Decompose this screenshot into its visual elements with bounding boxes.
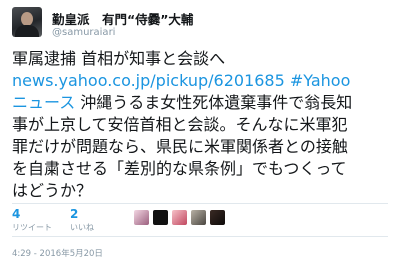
liker-avatar[interactable] — [134, 210, 149, 225]
retweet-count: 4 — [12, 207, 21, 221]
like-label: いいね — [70, 223, 94, 232]
user-avatar[interactable] — [12, 7, 42, 37]
liker-avatar[interactable] — [191, 210, 206, 225]
tweet-line-7: はどうか？ — [12, 181, 93, 200]
tweet-line-2: news.yahoo.co.jp/pickup/6201685 #Yahoo — [12, 70, 392, 92]
news-link[interactable]: news.yahoo.co.jp/pickup/6201685 #Yahoo — [12, 71, 350, 90]
tweet-line-4: 事が上京して安倍首相と会談。そんなに米軍犯 — [12, 115, 348, 134]
like-count: 2 — [70, 207, 79, 221]
user-handle[interactable]: @samuraiari — [52, 27, 115, 38]
liker-avatar[interactable] — [153, 210, 168, 225]
avatar-shoulders — [15, 25, 39, 37]
retweet-stat[interactable]: 4 リツイート — [12, 207, 52, 233]
stats-top-divider — [12, 203, 388, 204]
liker-avatar[interactable] — [210, 210, 225, 225]
tweet-line-3: ニュース 沖縄うるま女性死体遺棄事件で翁長知 — [12, 92, 392, 114]
tweet-text: 軍属逮捕 首相が知事と会談へ news.yahoo.co.jp/pickup/6… — [12, 48, 392, 202]
display-name[interactable]: 勤皇派 有門“侍爨”大輔 — [52, 9, 193, 28]
retweet-label: リツイート — [12, 223, 52, 232]
liker-avatars — [134, 210, 225, 225]
avatar-face — [21, 12, 33, 26]
stats-bottom-divider — [12, 236, 388, 237]
tweet-line-5: 罪だけが問題なら、県民に米軍関係者との接触 — [12, 137, 348, 156]
tweet-line-6: を自粛させる「差別的な県条例」でもつくって — [12, 159, 347, 178]
like-stat[interactable]: 2 いいね — [70, 207, 94, 233]
hashtag-link[interactable]: ニュース — [12, 93, 75, 112]
tweet-timestamp[interactable]: 4:29 - 2016年5月20日 — [12, 247, 103, 259]
liker-avatar[interactable] — [172, 210, 187, 225]
tweet-line-1: 軍属逮捕 首相が知事と会談へ — [12, 49, 226, 68]
tweet-line-3-text: 沖縄うるま女性死体遺棄事件で翁長知 — [75, 93, 353, 112]
